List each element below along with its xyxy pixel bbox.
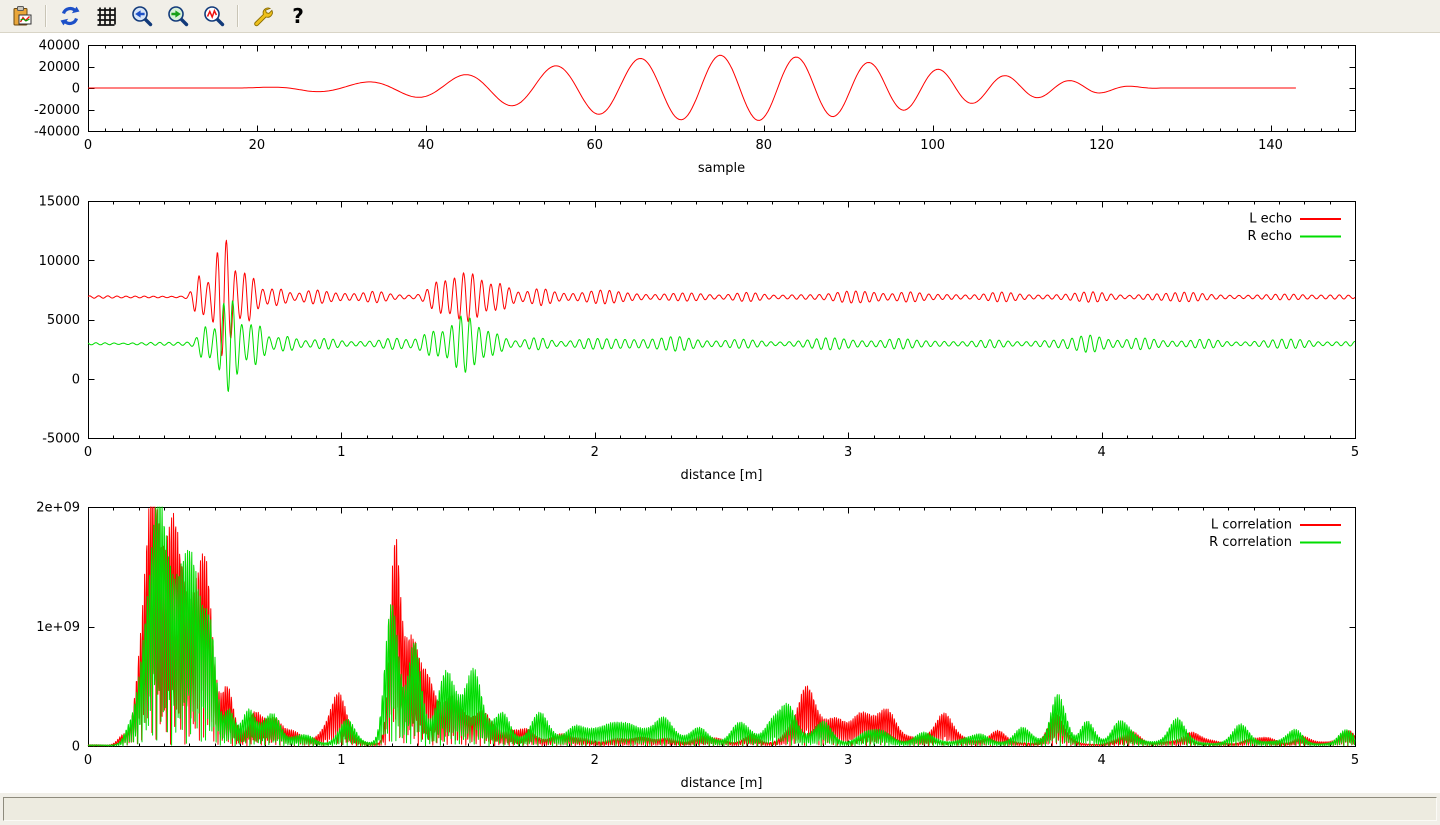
axis-labels: 0 1 2 3 4 5 2e+09 1e+09 0 distance [m] — [36, 501, 1359, 792]
y-tick-label: -5000 — [42, 432, 80, 447]
plot-canvas[interactable]: 02040608010012014040000200000-20000-4000… — [0, 33, 1440, 793]
legend-label: R correlation — [1209, 535, 1292, 550]
x-tick-label: 140 — [1258, 138, 1283, 153]
x-tick-label: 5 — [1351, 753, 1359, 768]
toolbar: ? — [0, 0, 1440, 33]
x-tick-label: 5 — [1351, 445, 1359, 460]
axis-labels: 0 1 2 3 4 5 15000 10000 5000 0 -5000 distance [m] — [39, 195, 1360, 484]
series-R-correlation — [88, 507, 1355, 746]
zoom-back-icon — [130, 4, 154, 28]
x-tick-label: 100 — [920, 138, 945, 153]
x-axis-title: distance [m] — [680, 468, 762, 483]
y-tick-label: -40000 — [34, 125, 80, 140]
x-tick-label: 4 — [1097, 445, 1105, 460]
x-tick-label: 80 — [755, 138, 772, 153]
x-tick-label: 2 — [591, 753, 599, 768]
x-tick-label: 0 — [84, 138, 92, 153]
y-tick-label: 15000 — [39, 195, 80, 210]
x-tick-label: 3 — [844, 445, 852, 460]
configure-button[interactable] — [247, 2, 277, 30]
y-tick-label: 0 — [72, 82, 80, 97]
axes — [89, 508, 1356, 747]
copy-plot-button[interactable] — [7, 2, 37, 30]
x-tick-label: 0 — [84, 753, 92, 768]
autoscale-button[interactable] — [199, 2, 229, 30]
y-tick-label: 2e+09 — [36, 501, 80, 516]
clipboard-plot-icon — [10, 4, 34, 28]
y-tick-label: 10000 — [39, 254, 80, 269]
axes — [89, 202, 1356, 439]
x-tick-label: 40 — [418, 138, 435, 153]
x-tick-label: 1 — [337, 753, 345, 768]
replot-button[interactable] — [55, 2, 85, 30]
zoom-autoscale-icon — [202, 4, 226, 28]
series-R-echo — [88, 301, 1355, 392]
grid-icon — [94, 4, 118, 28]
zoom-previous-button[interactable] — [127, 2, 157, 30]
zoom-forward-icon — [166, 4, 190, 28]
plots-svg: 02040608010012014040000200000-20000-4000… — [0, 33, 1440, 793]
status-bar — [0, 793, 1440, 825]
chart-1: 0 20 40 60 80 100 120 140 40000 20000 0 -20000 -4000… — [34, 39, 1356, 177]
series-pulse — [88, 55, 1296, 120]
legend-label: L echo — [1249, 212, 1292, 227]
legend-label: L correlation — [1211, 518, 1292, 533]
y-tick-label: 0 — [72, 740, 80, 755]
help-icon: ? — [286, 4, 310, 28]
x-tick-label: 3 — [844, 753, 852, 768]
refresh-icon — [58, 4, 82, 28]
x-tick-label: 1 — [337, 445, 345, 460]
grid-button[interactable] — [91, 2, 121, 30]
x-tick-label: 4 — [1097, 753, 1105, 768]
axis-labels: 0 20 40 60 80 100 120 140 40000 20000 0 -20000 -4000… — [34, 39, 1283, 177]
x-tick-label: 60 — [587, 138, 604, 153]
chart-3: 0 1 2 3 4 5 2e+09 1e+09 0 distance [m] L correlati… — [36, 501, 1359, 792]
svg-text:?: ? — [292, 4, 304, 28]
series-L-correlation — [88, 507, 1355, 746]
x-axis-title: sample — [698, 161, 745, 176]
legend-label: R echo — [1247, 229, 1292, 244]
x-tick-label: 20 — [249, 138, 266, 153]
y-tick-label: -20000 — [34, 103, 80, 118]
x-axis-title: distance [m] — [680, 776, 762, 791]
help-button[interactable]: ? — [283, 2, 313, 30]
toolbar-separator — [237, 5, 239, 27]
chart-2: 0 1 2 3 4 5 15000 10000 5000 0 -5000 distance [m] L … — [39, 195, 1360, 484]
y-tick-label: 20000 — [39, 60, 80, 75]
x-tick-label: 2 — [591, 445, 599, 460]
y-tick-label: 5000 — [47, 313, 80, 328]
x-tick-label: 0 — [84, 445, 92, 460]
y-tick-label: 40000 — [39, 39, 80, 54]
x-tick-label: 120 — [1089, 138, 1114, 153]
y-tick-label: 1e+09 — [36, 620, 80, 635]
zoom-next-button[interactable] — [163, 2, 193, 30]
y-tick-label: 0 — [72, 372, 80, 387]
wrench-icon — [250, 4, 274, 28]
toolbar-separator — [45, 5, 47, 27]
status-message — [3, 797, 1437, 821]
